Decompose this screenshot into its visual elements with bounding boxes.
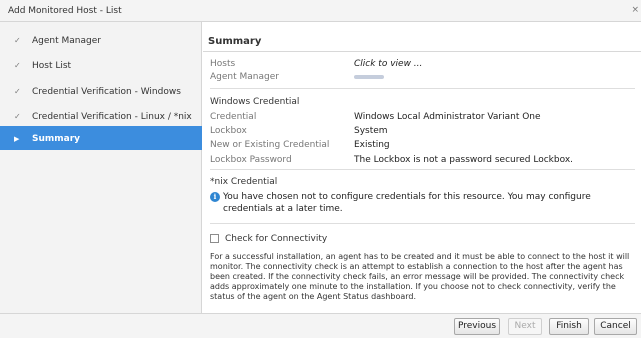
sidebar-item-host-list[interactable]: ✓ Host List bbox=[0, 53, 202, 77]
wizard-footer: Previous Next Finish Cancel bbox=[0, 313, 641, 338]
window-titlebar: Add Monitored Host - List × bbox=[0, 0, 641, 22]
sidebar-item-label: Agent Manager bbox=[32, 36, 101, 46]
summary-panel: Summary Hosts Click to view ... Agent Ma… bbox=[203, 22, 641, 313]
lockbox-value: System bbox=[354, 126, 388, 136]
new-existing-credential-value: Existing bbox=[354, 140, 390, 150]
lockbox-password-label: Lockbox Password bbox=[210, 155, 292, 165]
window-title: Add Monitored Host - List bbox=[8, 6, 122, 16]
sidebar-item-summary[interactable]: ▶ Summary bbox=[0, 126, 202, 150]
checkmark-icon: ✓ bbox=[14, 112, 21, 121]
connectivity-description: For a successful installation, an agent … bbox=[210, 252, 630, 301]
arrow-right-icon: ▶ bbox=[14, 135, 20, 143]
check-connectivity-label[interactable]: Check for Connectivity bbox=[225, 234, 327, 244]
summary-header: Summary bbox=[203, 34, 641, 52]
lockbox-label: Lockbox bbox=[210, 126, 247, 136]
sidebar-item-label: Host List bbox=[32, 61, 72, 71]
lockbox-password-value: The Lockbox is not a password secured Lo… bbox=[354, 155, 574, 165]
divider bbox=[210, 223, 635, 224]
info-icon: i bbox=[210, 192, 220, 202]
next-button[interactable]: Next bbox=[508, 318, 542, 335]
wizard-sidebar: ✓ Agent Manager ✓ Host List ✓ Credential… bbox=[0, 22, 202, 313]
nix-credential-info: You have chosen not to configure credent… bbox=[223, 192, 591, 214]
sidebar-item-label: Summary bbox=[32, 134, 81, 144]
hosts-view-link[interactable]: Click to view ... bbox=[354, 59, 422, 69]
sidebar-item-credential-windows[interactable]: ✓ Credential Verification - Windows bbox=[0, 79, 202, 103]
finish-button[interactable]: Finish bbox=[549, 318, 589, 335]
credential-label: Credential bbox=[210, 112, 257, 122]
credential-value: Windows Local Administrator Variant One bbox=[354, 112, 541, 122]
nix-credential-title: *nix Credential bbox=[210, 177, 278, 187]
divider bbox=[210, 88, 635, 89]
previous-button[interactable]: Previous bbox=[454, 318, 500, 335]
hosts-label: Hosts bbox=[210, 59, 236, 69]
divider bbox=[203, 51, 641, 52]
windows-credential-title: Windows Credential bbox=[210, 97, 300, 107]
cancel-button[interactable]: Cancel bbox=[594, 318, 637, 335]
sidebar-item-agent-manager[interactable]: ✓ Agent Manager bbox=[0, 28, 202, 52]
sidebar-item-label: Credential Verification - Linux / *nix bbox=[32, 112, 192, 122]
agent-manager-value-redacted bbox=[354, 75, 384, 79]
checkmark-icon: ✓ bbox=[14, 87, 21, 96]
new-existing-credential-label: New or Existing Credential bbox=[210, 140, 330, 150]
agent-manager-label: Agent Manager bbox=[210, 72, 279, 82]
divider bbox=[210, 169, 635, 170]
check-connectivity-checkbox[interactable] bbox=[210, 234, 219, 243]
close-icon[interactable]: × bbox=[631, 5, 639, 15]
page-title: Summary bbox=[208, 36, 262, 47]
checkmark-icon: ✓ bbox=[14, 36, 21, 45]
sidebar-item-label: Credential Verification - Windows bbox=[32, 87, 181, 97]
sidebar-item-credential-linux[interactable]: ✓ Credential Verification - Linux / *nix bbox=[0, 104, 202, 128]
checkmark-icon: ✓ bbox=[14, 61, 21, 70]
